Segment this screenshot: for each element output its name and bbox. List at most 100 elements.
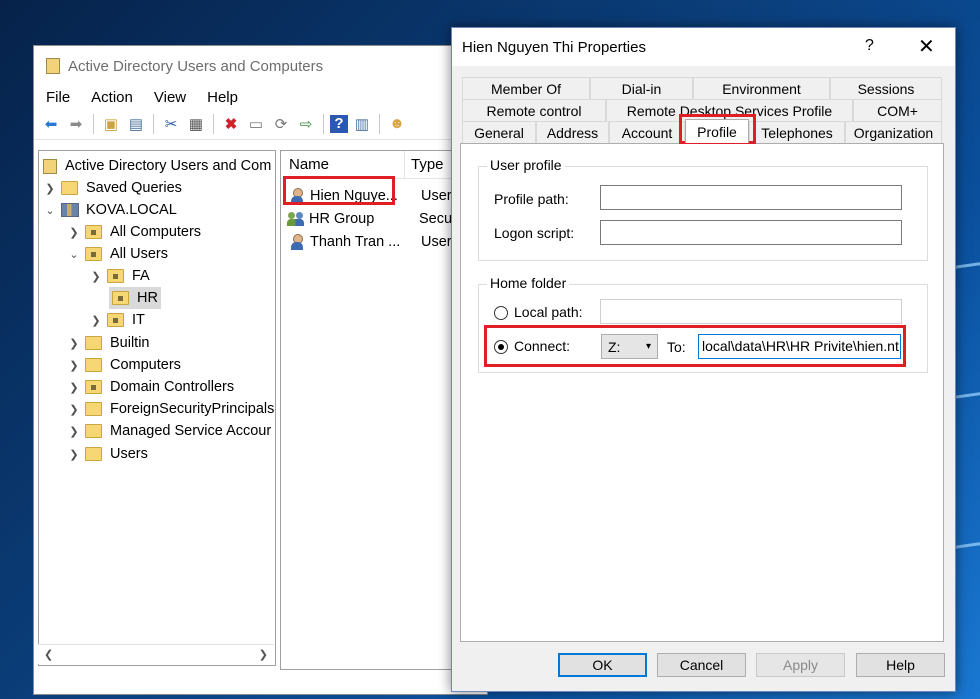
chevron-right-icon[interactable]: ❯: [67, 448, 81, 461]
group-icon: [287, 211, 305, 227]
refresh-icon[interactable]: ⟳: [270, 113, 292, 135]
folder-icon: [61, 181, 78, 195]
tab-environment[interactable]: Environment: [693, 77, 830, 99]
tab-organization[interactable]: Organization: [845, 121, 942, 143]
cut-icon[interactable]: ✂: [160, 113, 182, 135]
scroll-right-icon[interactable]: ❯: [259, 648, 268, 661]
menu-action[interactable]: Action: [91, 89, 133, 106]
chevron-right-icon[interactable]: ❯: [67, 403, 81, 416]
tree-label: ForeignSecurityPrincipals: [110, 401, 275, 417]
tree-item-fa[interactable]: ❯ FA: [89, 265, 150, 287]
toolbar-separator: [213, 113, 214, 134]
folder-icon: [85, 424, 102, 438]
tab-profile[interactable]: Profile: [685, 119, 749, 143]
toolbar-separator: [379, 113, 380, 134]
tree-item-all-users[interactable]: ⌄ All Users: [67, 243, 168, 265]
menu-help[interactable]: Help: [207, 89, 238, 106]
logon-script-input[interactable]: [600, 220, 902, 245]
ou-folder-icon: [85, 225, 102, 239]
toolbar: ⬅ ➡ ▣ ▤ ✂ ▦ ✖ ▭ ⟳ ⇨ ? ▥ ☻: [34, 108, 487, 140]
local-path-radio[interactable]: [494, 306, 508, 320]
scroll-left-icon[interactable]: ❮: [44, 648, 53, 661]
chevron-right-icon[interactable]: ❯: [67, 337, 81, 350]
chevron-right-icon[interactable]: ❯: [89, 314, 103, 327]
ou-folder-icon: [112, 291, 129, 305]
tree-item-hr-selected[interactable]: HR: [109, 287, 161, 309]
help-button[interactable]: Help: [856, 653, 945, 677]
tab-com-plus[interactable]: COM+: [853, 99, 942, 121]
chevron-right-icon[interactable]: ❯: [67, 359, 81, 372]
horizontal-scrollbar[interactable]: ❮ ❯: [38, 644, 274, 664]
toolbar-separator: [93, 113, 94, 134]
show-console-tree-icon[interactable]: ▤: [125, 113, 147, 135]
tab-member-of[interactable]: Member Of: [462, 77, 590, 99]
tree-item-computers[interactable]: ❯ Computers: [67, 354, 181, 376]
aduc-window: Active Directory Users and Computers Fil…: [33, 45, 489, 695]
tree-label: HR: [137, 290, 158, 306]
local-path-label: Local path:: [514, 304, 583, 320]
tab-account[interactable]: Account: [609, 121, 685, 143]
tree-item-users[interactable]: ❯ Users: [67, 443, 147, 465]
chevron-right-icon[interactable]: ❯: [67, 425, 81, 438]
help-question-icon[interactable]: ?: [865, 37, 874, 55]
tree-item-saved-queries[interactable]: ❯ Saved Queries: [43, 177, 182, 199]
tree-label: All Users: [110, 246, 169, 262]
tree-item-msa[interactable]: ❯ Managed Service Accour: [67, 420, 271, 442]
chevron-right-icon[interactable]: ❯: [89, 270, 103, 283]
profile-path-input[interactable]: [600, 185, 902, 210]
aduc-app-icon: [46, 58, 60, 74]
properties-icon[interactable]: ▭: [245, 113, 267, 135]
menu-view[interactable]: View: [154, 89, 186, 106]
new-user-icon[interactable]: ☻: [386, 113, 408, 135]
export-list-icon[interactable]: ⇨: [295, 113, 317, 135]
chevron-down-icon[interactable]: ⌄: [43, 204, 57, 217]
tree-item-fsp[interactable]: ❯ ForeignSecurityPrincipals: [67, 398, 274, 420]
tree-item-it[interactable]: ❯ IT: [89, 309, 145, 331]
user-icon: [289, 234, 305, 250]
menu-bar: File Action View Help: [34, 86, 487, 108]
apply-button[interactable]: Apply: [756, 653, 845, 677]
local-path-input[interactable]: [600, 299, 902, 324]
cancel-button[interactable]: Cancel: [657, 653, 746, 677]
profile-tab-panel: User profile Profile path: Logon script:…: [460, 143, 944, 642]
tree-item-builtin[interactable]: ❯ Builtin: [67, 332, 149, 354]
delete-icon[interactable]: ✖: [220, 113, 242, 135]
paste-icon[interactable]: ▦: [185, 113, 207, 135]
menu-file[interactable]: File: [46, 89, 70, 106]
ok-button[interactable]: OK: [558, 653, 647, 677]
chevron-down-icon[interactable]: ⌄: [67, 248, 81, 261]
tab-general[interactable]: General: [462, 121, 536, 143]
dialog-title: Hien Nguyen Thi Properties: [462, 38, 646, 56]
aduc-root-icon: [43, 158, 57, 174]
tab-dial-in[interactable]: Dial-in: [590, 77, 693, 99]
chevron-right-icon[interactable]: ❯: [67, 226, 81, 239]
chevron-right-icon[interactable]: ❯: [43, 182, 57, 195]
tab-address[interactable]: Address: [536, 121, 609, 143]
tree-item-domain[interactable]: ⌄ KOVA.LOCAL: [43, 199, 176, 221]
up-folder-icon[interactable]: ▣: [100, 113, 122, 135]
user-profile-legend: User profile: [487, 157, 565, 173]
back-arrow-icon[interactable]: ⬅: [40, 113, 62, 135]
tab-telephones[interactable]: Telephones: [749, 121, 845, 143]
tree-item-all-computers[interactable]: ❯ All Computers: [67, 221, 201, 243]
tab-sessions[interactable]: Sessions: [830, 77, 942, 99]
tree-item-domain-controllers[interactable]: ❯ Domain Controllers: [67, 376, 234, 398]
tree-label: FA: [132, 268, 150, 284]
list-item-type: User: [421, 234, 452, 250]
dialog-titlebar[interactable]: Hien Nguyen Thi Properties ? ✕: [452, 28, 955, 66]
ou-folder-icon: [107, 269, 124, 283]
window-titlebar[interactable]: Active Directory Users and Computers: [34, 46, 487, 86]
tree-label: Computers: [110, 357, 181, 373]
column-name[interactable]: Name: [281, 151, 405, 179]
tree-label: IT: [132, 312, 145, 328]
list-item-type: User: [421, 188, 452, 204]
chevron-right-icon[interactable]: ❯: [67, 381, 81, 394]
show-action-pane-icon[interactable]: ▥: [351, 113, 373, 135]
forward-arrow-icon[interactable]: ➡: [65, 113, 87, 135]
help-icon[interactable]: ?: [330, 114, 348, 133]
column-type[interactable]: Type: [405, 156, 444, 173]
close-icon[interactable]: ✕: [918, 34, 935, 59]
tree-root[interactable]: Active Directory Users and Com: [43, 155, 271, 177]
tab-remote-control[interactable]: Remote control: [462, 99, 606, 121]
user-profile-group: User profile Profile path: Logon script:: [478, 157, 928, 261]
